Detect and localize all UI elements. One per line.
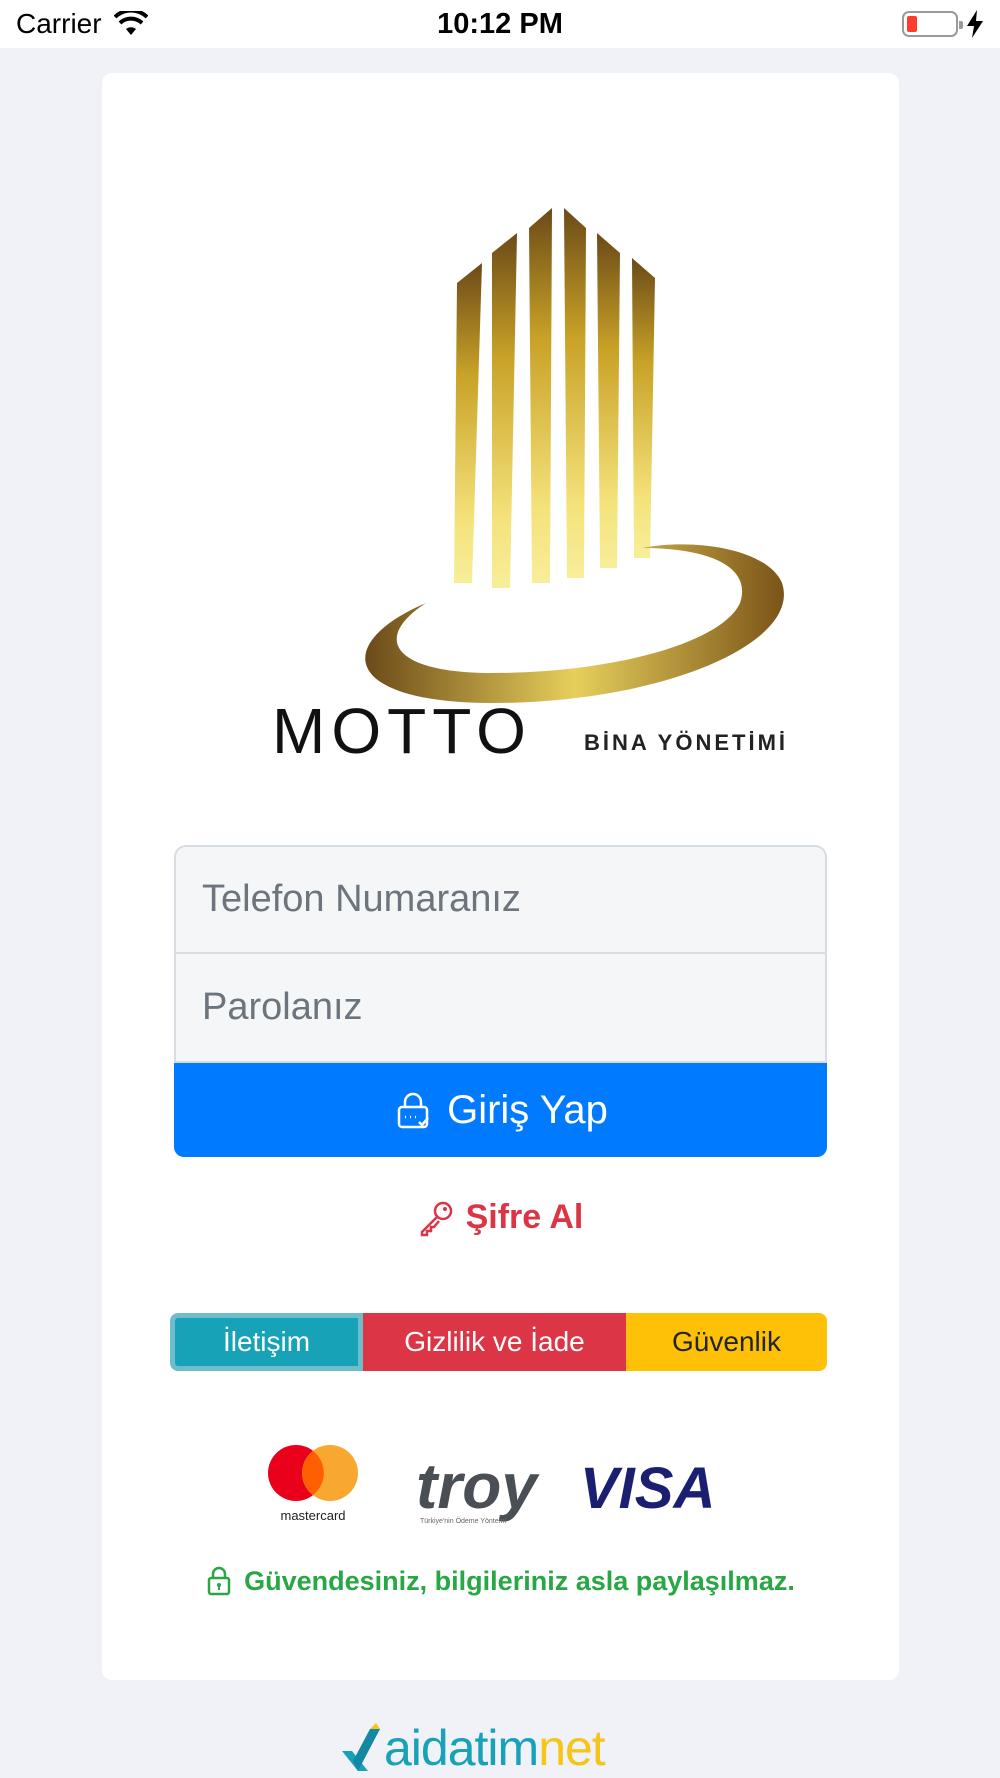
phone-field[interactable] [174,845,827,954]
carrier-label: Carrier [16,8,102,39]
footer-brand-main: aidatim [384,1720,539,1776]
battery-level [907,16,917,32]
login-button[interactable]: Giriş Yap [174,1063,827,1157]
troy-label: troy [416,1450,540,1522]
footer-brand[interactable]: aidatimnet [340,1720,670,1776]
troy-logo: troy Türkiye'nin Ödeme Yöntemi [416,1450,540,1525]
key-icon [420,1201,452,1236]
tab-privacy-refund[interactable]: Gizlilik ve İade [363,1313,626,1371]
wifi-icon [113,11,148,35]
tab-security[interactable]: Güvenlik [626,1313,827,1371]
status-bar: Carrier 10:12 PM [0,0,1000,48]
bolt-icon [967,10,983,38]
info-tabs: İletişim Gizlilik ve İade Güvenlik [170,1313,827,1371]
troy-tagline: Türkiye'nin Ödeme Yöntemi [420,1517,506,1525]
lock-icon [207,1566,231,1596]
logo-brand: MOTTO [272,695,532,763]
mastercard-label: mastercard [280,1508,345,1523]
secure-note: Güvendesiniz, bilgileriniz asla paylaşıl… [102,1565,899,1597]
logo-tagline: BİNA YÖNETİMİ [584,730,788,755]
footer-brand-text: aidatimnet [384,1719,606,1777]
footer-brand-accent: net [538,1720,606,1776]
motto-logo: MOTTO BİNA YÖNETİMİ [272,208,788,763]
tab-contact[interactable]: İletişim [170,1313,363,1371]
status-time: 10:12 PM [437,7,563,40]
lock-icon [397,1092,430,1129]
forgot-password-label: Şifre Al [465,1198,584,1236]
payment-logos: mastercard troy Türkiye'nin Ödeme Yöntem… [268,1445,715,1525]
status-left: Carrier [16,8,148,40]
aidatim-check-icon [342,1723,380,1771]
status-right [902,10,984,38]
battery-icon [902,11,963,37]
password-field[interactable] [174,954,827,1063]
mastercard-logo: mastercard [268,1445,358,1523]
login-button-label: Giriş Yap [447,1087,608,1132]
secure-note-text: Güvendesiniz, bilgileriniz asla paylaşıl… [244,1565,795,1596]
visa-label: VISA [580,1456,715,1521]
password-input[interactable] [202,986,825,1029]
login-card: MOTTO BİNA YÖNETİMİ Giriş Yap Şifre Al [102,73,899,1680]
login-form: Giriş Yap [174,845,827,1157]
phone-input[interactable] [202,878,825,921]
forgot-password-link[interactable]: Şifre Al [102,1198,899,1237]
visa-logo: VISA [580,1456,715,1521]
